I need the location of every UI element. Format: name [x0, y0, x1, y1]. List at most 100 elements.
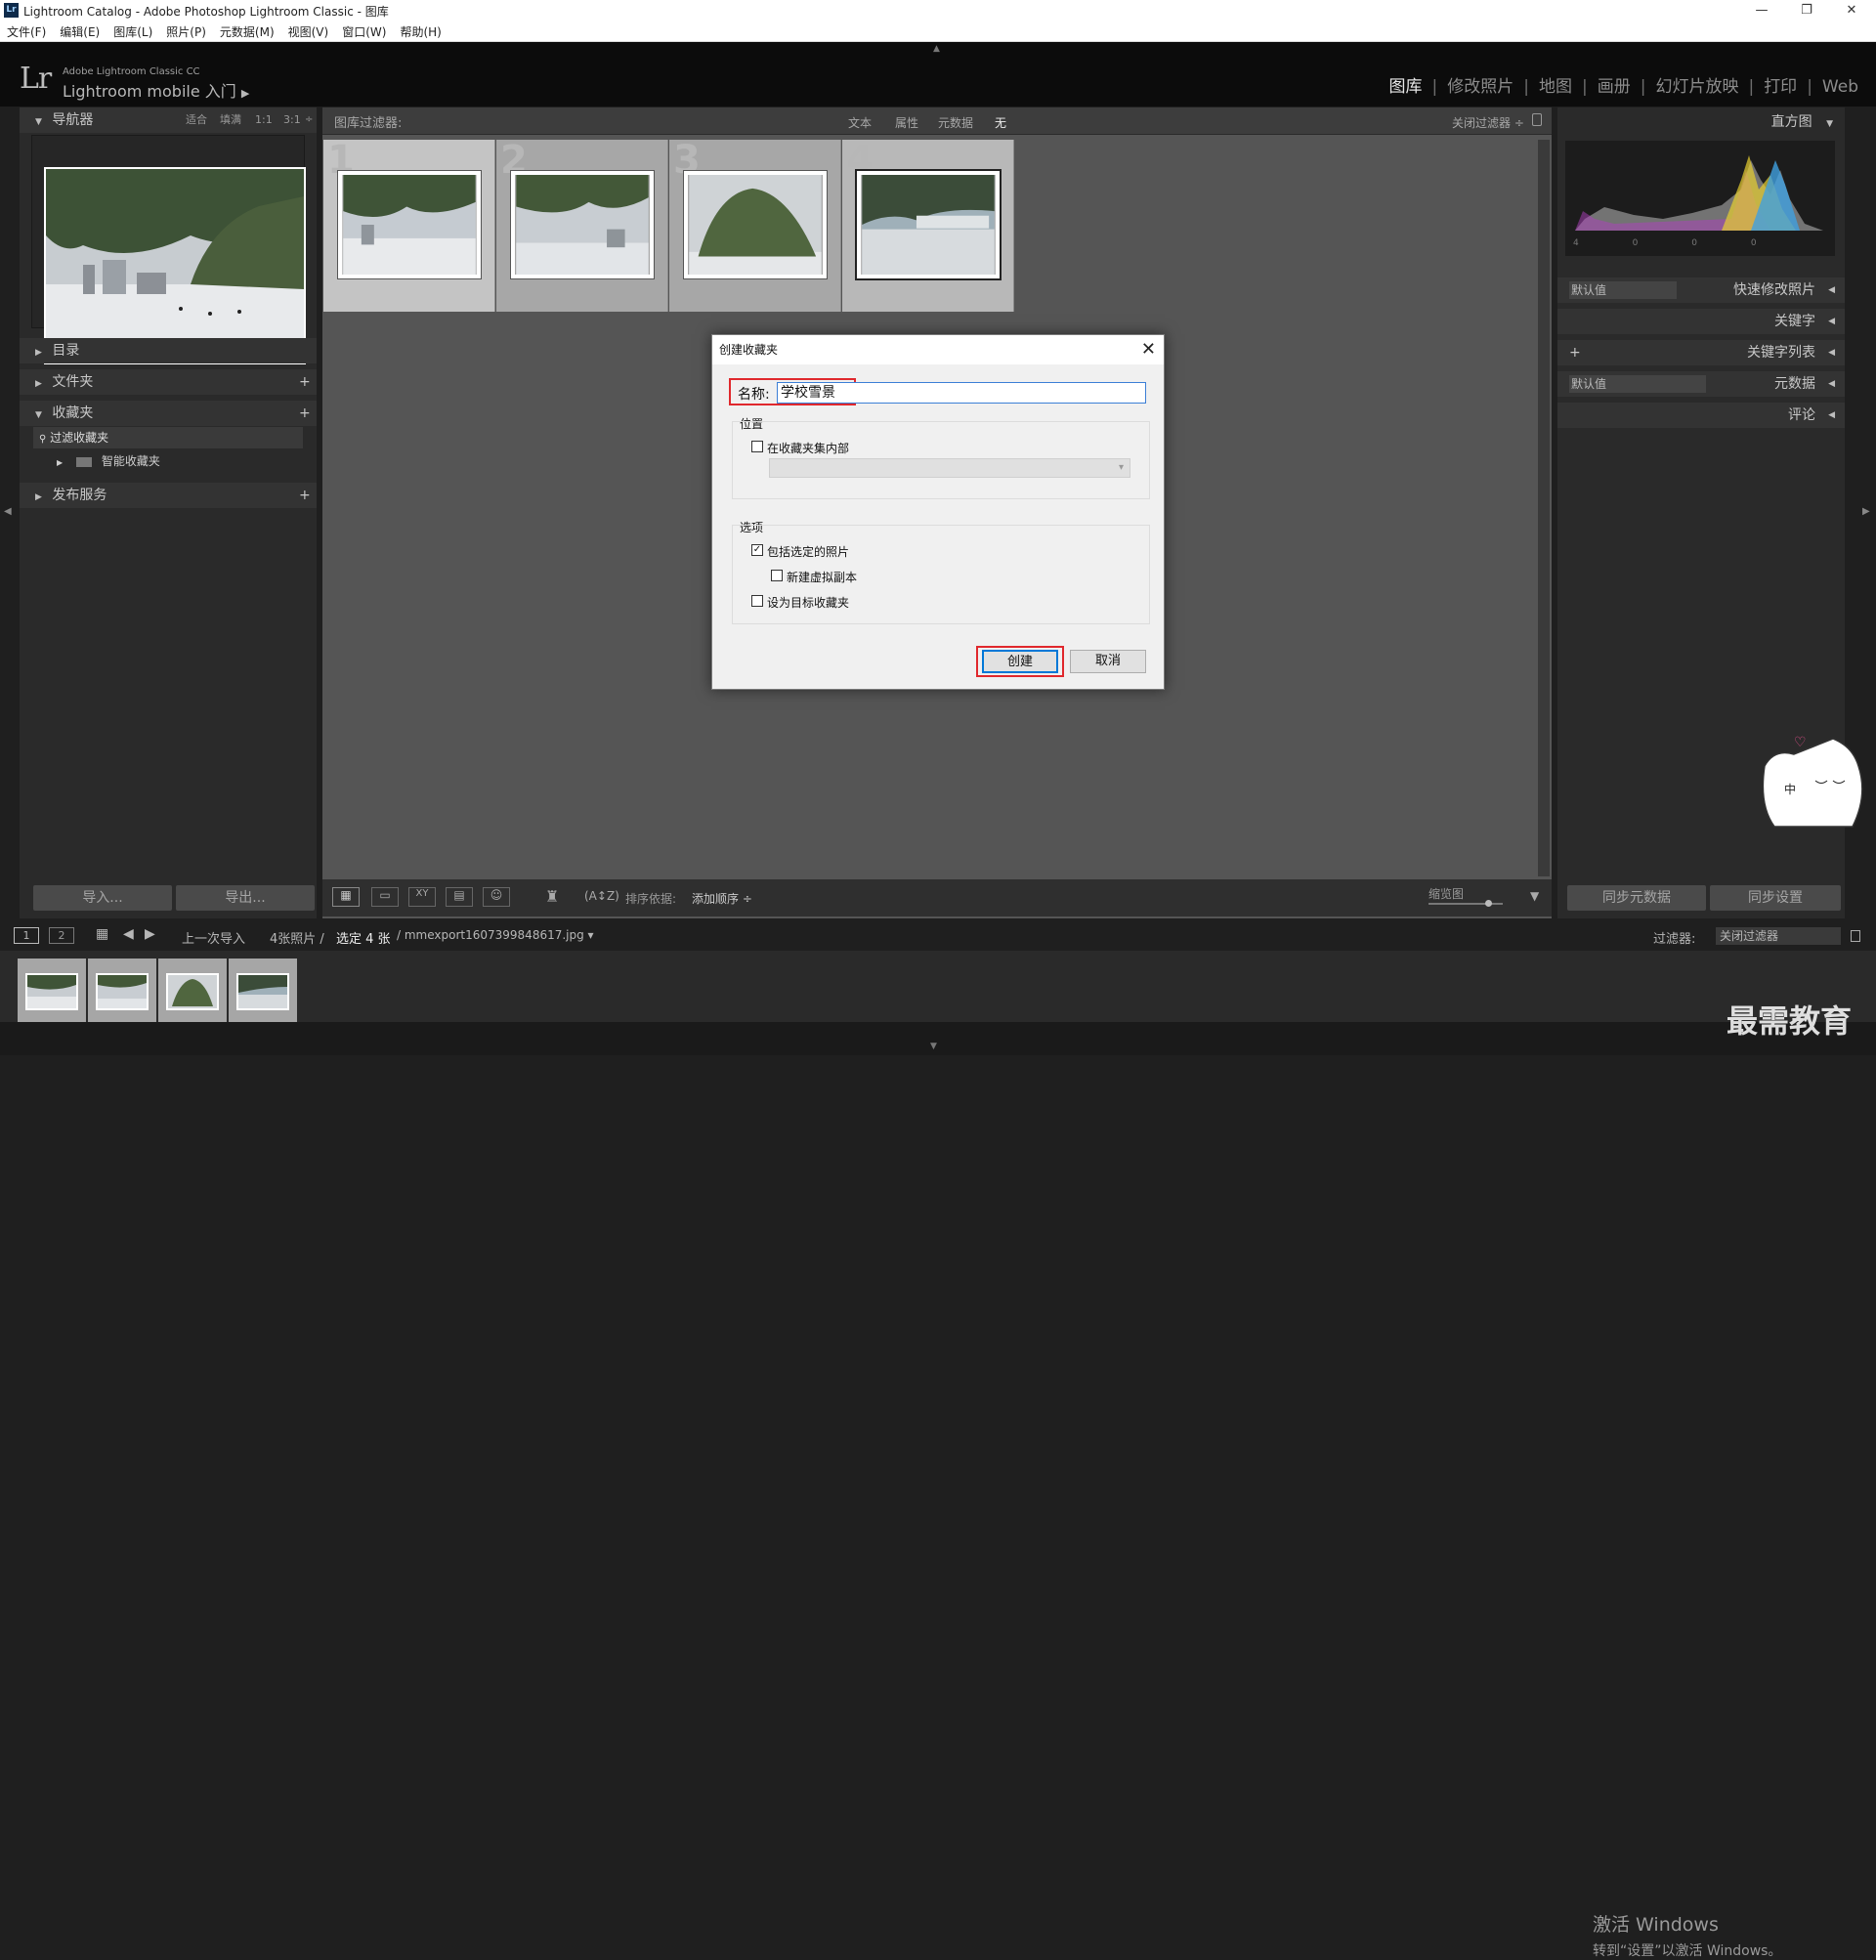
filmstrip-thumbnail[interactable] [166, 973, 219, 1010]
add-collection-icon[interactable]: + [299, 401, 311, 426]
add-folder-icon[interactable]: + [299, 369, 311, 395]
filmstrip-thumbnail[interactable] [96, 973, 149, 1010]
histogram-header[interactable]: 直方图 ▼ [1557, 109, 1845, 135]
zoom-fill[interactable]: 填满 [220, 107, 241, 133]
filter-text[interactable]: 文本 [848, 114, 872, 131]
publish-services-header[interactable]: ▶ 发布服务 + [20, 483, 317, 508]
grid-icon[interactable]: ▦ [96, 926, 108, 942]
smart-collections-item[interactable]: ▶ 智能收藏夹 [33, 451, 303, 471]
filmstrip-thumbnail[interactable] [236, 973, 289, 1010]
zoom-1-1[interactable]: 1:1 [255, 107, 273, 133]
grid-cell[interactable]: 3 [669, 138, 841, 312]
slider-handle[interactable] [1485, 900, 1492, 907]
sort-direction-icon[interactable]: (A↕Z) [584, 889, 619, 903]
close-window-icon[interactable]: ✕ [1829, 0, 1874, 21]
back-arrow-icon[interactable]: ◀ [123, 926, 134, 942]
filename-label[interactable]: / mmexport1607399848617.jpg ▾ [397, 928, 594, 942]
secondary-window-button[interactable]: 2 [49, 927, 74, 944]
navigator-photo[interactable] [44, 167, 306, 364]
spray-can-icon[interactable]: ♜ [545, 887, 559, 906]
metadata-header[interactable]: 默认值 元数据 ◀ [1557, 371, 1845, 397]
make-virtual-checkbox[interactable] [771, 570, 783, 581]
add-keyword-icon[interactable]: + [1569, 340, 1581, 365]
collection-set-select[interactable]: ▾ [769, 458, 1130, 478]
folders-header[interactable]: ▶ 文件夹 + [20, 369, 317, 395]
navigator-header[interactable]: ▼ 导航器 适合 填满 1:1 3:1 ÷ [20, 107, 317, 133]
grid-cell[interactable]: 1 [323, 138, 495, 312]
photo-thumbnail[interactable] [855, 169, 1002, 280]
filter-metadata[interactable]: 元数据 [938, 114, 973, 131]
loupe-view-icon[interactable]: ▭ [371, 887, 399, 907]
menu-library[interactable]: 图库(L) [107, 21, 159, 40]
create-button[interactable]: 创建 [982, 650, 1058, 673]
add-publish-icon[interactable]: + [299, 483, 311, 508]
filmstrip-cell[interactable] [88, 959, 156, 1023]
collapse-filmstrip-icon[interactable]: ▼ [930, 1042, 937, 1051]
catalog-header[interactable]: ▶ 目录 [20, 338, 317, 363]
lightroom-mobile-link[interactable]: Lightroom mobile 入门 ▶ [63, 78, 249, 102]
filmstrip-cell[interactable] [18, 959, 86, 1023]
filmstrip-cell[interactable] [229, 959, 297, 1023]
metadata-preset-select[interactable]: 默认值 [1569, 375, 1706, 393]
filter-lock-icon[interactable] [1851, 930, 1860, 942]
compare-view-icon[interactable]: XY [408, 887, 436, 907]
collapse-top-panel-icon[interactable]: ▲ [933, 44, 940, 54]
sync-metadata-button[interactable]: 同步元数据 [1567, 885, 1706, 911]
saved-preset-select[interactable]: 默认值 [1569, 281, 1677, 299]
menu-help[interactable]: 帮助(H) [393, 21, 448, 40]
restore-icon[interactable]: ❐ [1784, 0, 1829, 21]
cancel-button[interactable]: 取消 [1070, 650, 1146, 673]
zoom-stepper-icon[interactable]: ÷ [305, 107, 313, 133]
menu-window[interactable]: 窗口(W) [335, 21, 393, 40]
menu-view[interactable]: 视图(V) [281, 21, 336, 40]
menu-metadata[interactable]: 元数据(M) [213, 21, 281, 40]
filmstrip-cell[interactable] [158, 959, 227, 1023]
toolbar-menu-icon[interactable]: ▼ [1530, 889, 1539, 903]
module-library[interactable]: 图库 [1389, 77, 1423, 97]
filter-collections-field[interactable]: ⚲ 过滤收藏夹 [33, 427, 303, 448]
menu-file[interactable]: 文件(F) [0, 21, 53, 40]
include-selected-checkbox[interactable]: ✓ [751, 544, 763, 556]
menu-photo[interactable]: 照片(P) [159, 21, 213, 40]
survey-view-icon[interactable]: ▤ [446, 887, 473, 907]
zoom-fit[interactable]: 适合 [186, 107, 207, 133]
zoom-3-1[interactable]: 3:1 [283, 107, 301, 133]
ime-cat-widget[interactable]: 中 ♡ [1755, 737, 1870, 831]
filter-preset-select[interactable]: 关闭过滤器 ÷ [1452, 114, 1524, 131]
photo-thumbnail[interactable] [683, 170, 828, 279]
module-slideshow[interactable]: 幻灯片放映 [1655, 77, 1738, 97]
people-view-icon[interactable]: ☺ [483, 887, 510, 907]
module-book[interactable]: 画册 [1598, 77, 1631, 97]
module-develop[interactable]: 修改照片 [1447, 77, 1514, 97]
comments-header[interactable]: 评论 ◀ [1557, 403, 1845, 428]
filmstrip-thumbnail[interactable] [25, 973, 78, 1010]
export-button[interactable]: 导出... [176, 885, 315, 911]
grid-cell[interactable]: 2 [496, 138, 668, 312]
sync-settings-button[interactable]: 同步设置 [1710, 885, 1841, 911]
set-target-checkbox[interactable] [751, 595, 763, 607]
filter-none[interactable]: 无 [995, 114, 1006, 131]
collapse-left-panel-icon[interactable]: ◀ [4, 506, 12, 517]
lock-icon[interactable] [1532, 113, 1542, 126]
primary-window-button[interactable]: 1 [14, 927, 39, 944]
inside-set-checkbox[interactable] [751, 441, 763, 452]
filter-attribute[interactable]: 属性 [895, 114, 918, 131]
sort-select[interactable]: 添加顺序 ÷ [692, 890, 752, 907]
grid-cell[interactable]: 4 [842, 138, 1014, 312]
grid-scrollbar[interactable] [1538, 140, 1550, 876]
close-icon[interactable]: ✕ [1141, 339, 1156, 360]
source-label[interactable]: 上一次导入 [182, 928, 245, 947]
filter-select[interactable]: 关闭过滤器 [1716, 927, 1841, 945]
import-button[interactable]: 导入... [33, 885, 172, 911]
module-web[interactable]: Web [1822, 77, 1858, 97]
photo-thumbnail[interactable] [337, 170, 482, 279]
minimize-icon[interactable]: — [1739, 0, 1784, 21]
forward-arrow-icon[interactable]: ▶ [145, 926, 155, 942]
collections-header[interactable]: ▼ 收藏夹 + [20, 401, 317, 426]
photo-thumbnail[interactable] [510, 170, 655, 279]
keywording-header[interactable]: 关键字 ◀ [1557, 309, 1845, 334]
module-map[interactable]: 地图 [1539, 77, 1572, 97]
menu-edit[interactable]: 编辑(E) [53, 21, 107, 40]
collapse-right-panel-icon[interactable]: ▶ [1862, 506, 1870, 517]
grid-view-icon[interactable]: ▦ [332, 887, 360, 907]
